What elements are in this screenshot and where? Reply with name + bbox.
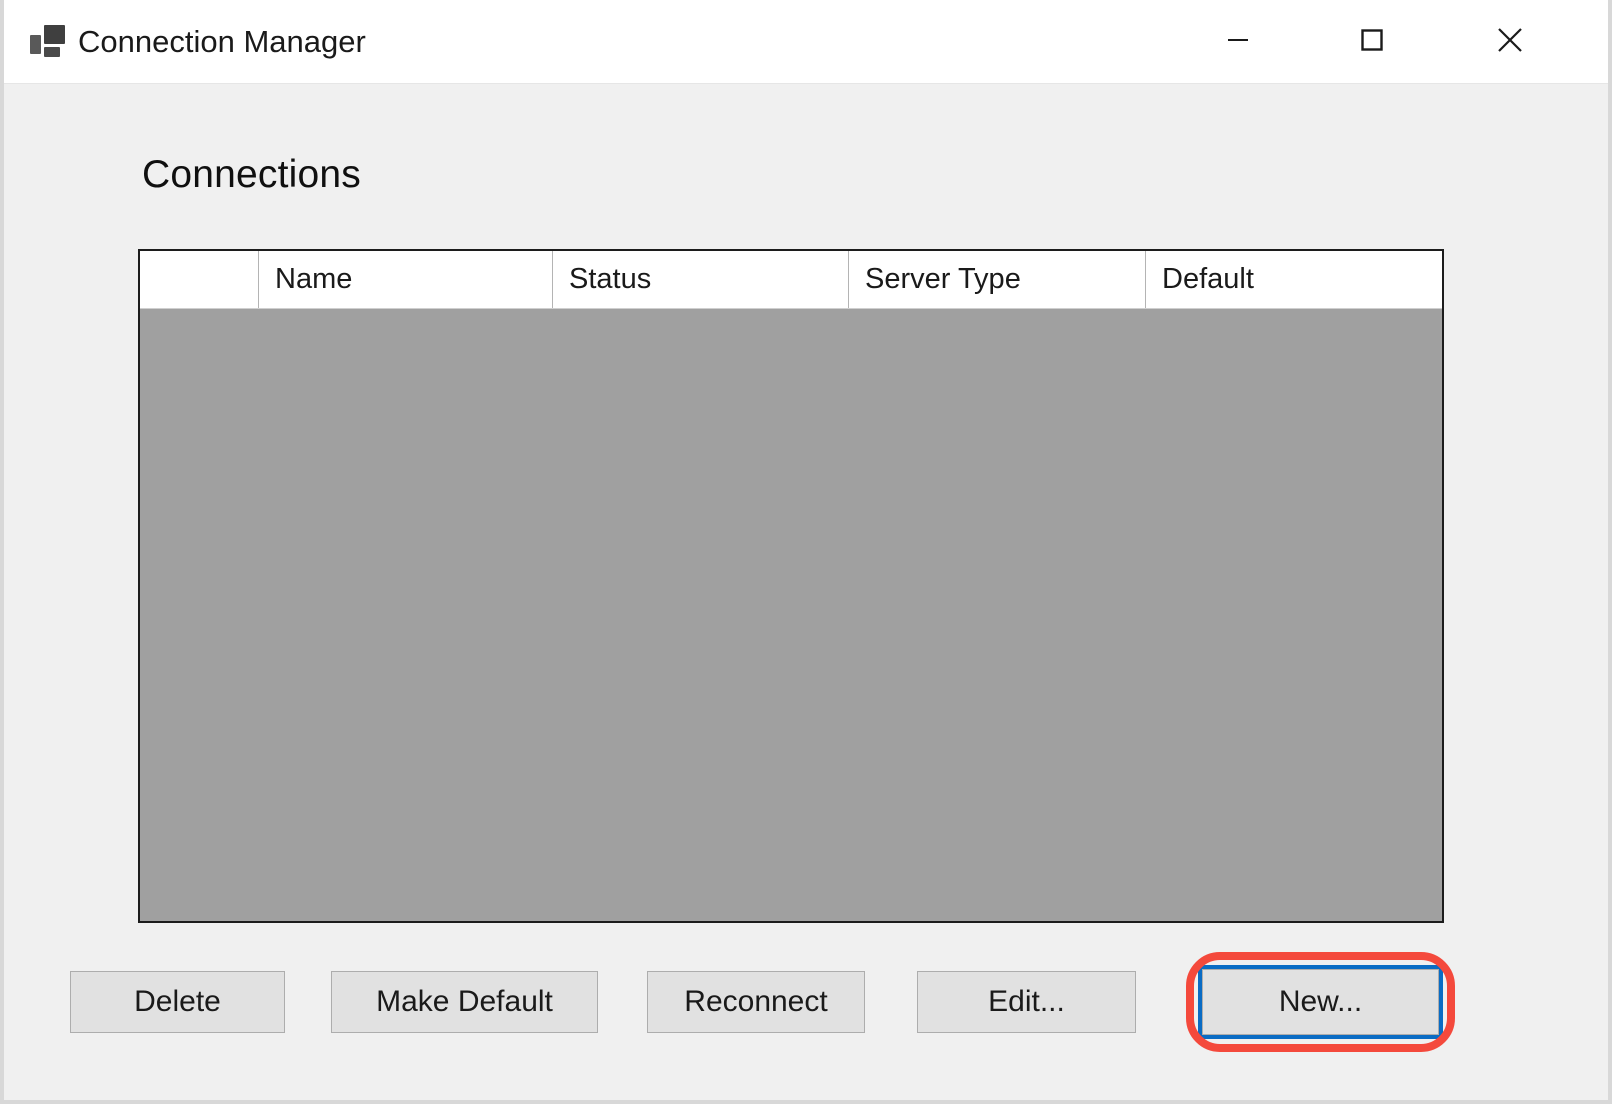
grid-header-row: Name Status Server Type Default: [140, 251, 1442, 309]
column-header-server-type[interactable]: Server Type: [849, 251, 1146, 308]
edit-button[interactable]: Edit...: [917, 971, 1136, 1033]
app-windows-icon: [28, 22, 68, 62]
make-default-button[interactable]: Make Default: [331, 971, 598, 1033]
maximize-icon: [1355, 23, 1389, 60]
column-header-default[interactable]: Default: [1146, 251, 1442, 308]
close-button[interactable]: [1464, 0, 1556, 83]
window-title: Connection Manager: [78, 20, 366, 64]
column-header-status[interactable]: Status: [553, 251, 849, 308]
minimize-button[interactable]: [1192, 0, 1284, 83]
close-icon: [1491, 21, 1529, 62]
delete-button[interactable]: Delete: [70, 971, 285, 1033]
new-button-label: New...: [1279, 985, 1362, 1019]
connections-grid[interactable]: Name Status Server Type Default: [138, 249, 1444, 923]
column-header-name[interactable]: Name: [259, 251, 553, 308]
new-button[interactable]: New...: [1198, 965, 1443, 1039]
maximize-button[interactable]: [1326, 0, 1418, 83]
minimize-icon: [1221, 23, 1255, 60]
column-header-select[interactable]: [140, 251, 259, 308]
connection-manager-window: Connection Manager: [0, 0, 1612, 1104]
title-bar: Connection Manager: [4, 0, 1608, 84]
reconnect-button[interactable]: Reconnect: [647, 971, 865, 1033]
grid-body-empty[interactable]: [140, 309, 1442, 921]
page-title: Connections: [142, 153, 361, 197]
